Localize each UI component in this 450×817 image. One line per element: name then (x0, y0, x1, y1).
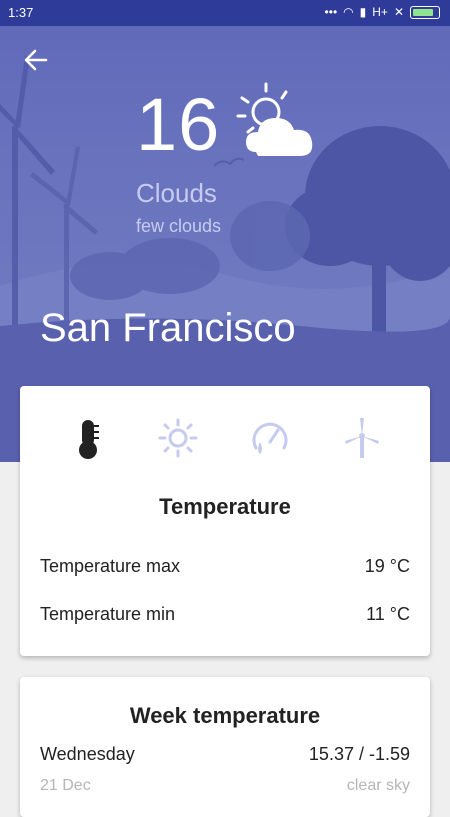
wind-turbine-icon[interactable] (340, 416, 384, 460)
week-card: Week temperature Wednesday 15.37 / -1.59… (20, 677, 430, 817)
thermometer-icon[interactable] (66, 416, 110, 460)
temperature-max-value: 19 °C (364, 556, 410, 576)
more-dots-icon: ••• (324, 5, 338, 19)
temperature-min-value: 11 °C (366, 604, 410, 624)
network-type: H+ (372, 5, 388, 19)
status-icons: ••• ◠ ▮ H+ ✕ (325, 5, 440, 19)
weather-condition: Clouds (136, 178, 217, 208)
pressure-gauge-icon[interactable] (248, 416, 292, 460)
wifi-icon: ◠ (343, 5, 354, 19)
detail-card: Temperature Temperature max 19 °C Temper… (20, 386, 430, 656)
day-name: Wednesday (40, 744, 135, 764)
day-temps: 15.37 / -1.59 (308, 744, 410, 764)
close-icon: ✕ (393, 5, 404, 19)
day-summary: clear sky (346, 777, 410, 794)
week-title: Week temperature (129, 703, 321, 728)
battery-icon (410, 5, 440, 19)
sun-icon[interactable] (156, 416, 200, 460)
city-name: San Francisco (40, 306, 296, 350)
weather-description: few clouds (136, 216, 222, 236)
temperature-min-label: Temperature min (40, 604, 176, 624)
temperature-max-label: Temperature max (40, 556, 181, 576)
back-arrow-icon[interactable] (22, 46, 50, 74)
status-time: 1:37 (8, 5, 34, 20)
detail-tabs (20, 386, 430, 492)
signal-icon: ▮ (359, 5, 367, 19)
partly-cloudy-icon (236, 82, 313, 156)
detail-title: Temperature (159, 494, 291, 519)
current-temperature: 16 (136, 83, 221, 166)
status-bar: 1:37 ••• ◠ ▮ H+ ✕ (0, 0, 450, 26)
day-date: 21 Dec (40, 777, 91, 794)
